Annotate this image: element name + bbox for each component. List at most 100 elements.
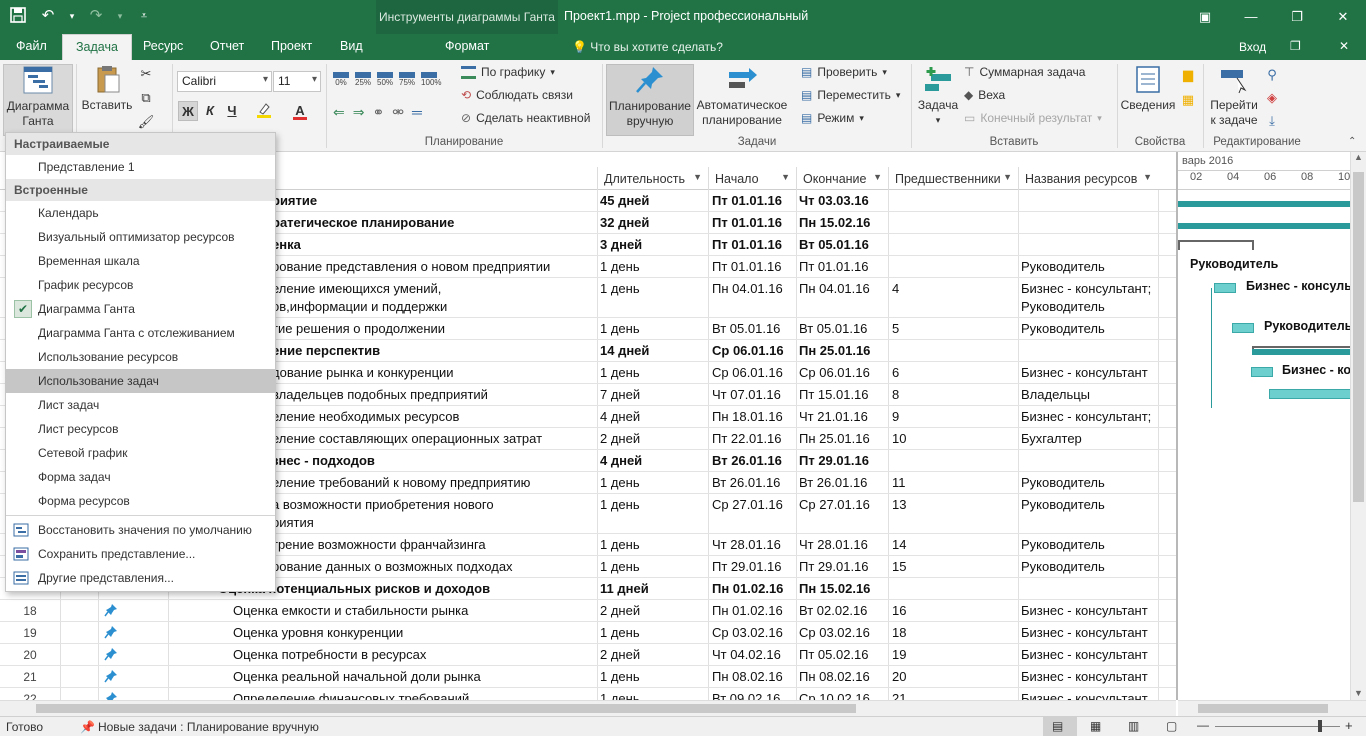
finish-cell[interactable]: Чт 21.01.16 [799,409,868,424]
finish-cell[interactable]: Пн 25.01.16 [799,343,870,358]
bold-button[interactable]: Ж [178,101,198,121]
row-number[interactable]: 22 [0,692,60,700]
report-view-icon[interactable]: ▢ [1166,719,1177,733]
ribbon-display-icon[interactable]: ▣ [1182,0,1228,34]
task-name-cell[interactable]: тие решения о продолжении [272,321,445,336]
resources-cell[interactable]: Бухгалтер [1021,431,1082,446]
finish-cell[interactable]: Пн 15.02.16 [799,581,870,596]
task-name-cell[interactable]: рование данных о возможных подходах [272,559,513,574]
duration-cell[interactable]: 1 день [600,497,640,512]
gantt-summary-bar[interactable] [1178,201,1350,207]
resources-cell[interactable]: Руководитель [1021,559,1105,574]
new-tasks-mode[interactable]: 📌 Новые задачи : Планирование вручную [80,720,319,734]
finish-cell[interactable]: Пт 05.02.16 [799,647,869,662]
duration-cell[interactable]: 1 день [600,321,640,336]
scroll-to-task-button[interactable]: Перейти к задаче [1206,64,1262,128]
menu-item-view[interactable]: ✔ Диаграмма Ганта [6,297,275,321]
duration-cell[interactable]: 11 дней [600,581,649,596]
finish-cell[interactable]: Вт 05.01.16 [799,237,869,252]
collapse-ribbon-icon[interactable]: ⌃ [1348,136,1356,147]
predecessors-cell[interactable]: 18 [892,625,906,640]
duration-cell[interactable]: 4 дней [600,409,640,424]
duration-cell[interactable]: 2 дней [600,647,640,662]
predecessors-cell[interactable]: 21 [892,691,906,700]
task-name-cell[interactable]: знес - подходов [272,453,375,468]
grid-scroll-thumb[interactable] [36,704,856,713]
menu-item-view[interactable]: Визуальный оптимизатор ресурсов [6,225,275,249]
close-button[interactable]: ✕ [1320,0,1366,34]
predecessors-cell[interactable]: 15 [892,559,906,574]
resources-cell[interactable]: Бизнес - консультант; [1021,281,1151,296]
start-cell[interactable]: Чт 04.02.16 [712,647,781,662]
notes-icon[interactable]: ▆ [1178,65,1198,85]
predecessors-cell[interactable]: 13 [892,497,906,512]
outdent-icon[interactable]: ⇐ [333,104,345,121]
column-start[interactable]: Начало ▼ [708,167,796,190]
resources-cell[interactable]: Руководитель [1021,321,1105,336]
start-cell[interactable]: Пт 01.01.16 [712,237,782,252]
scroll-down-icon[interactable]: ▼ [1351,688,1366,698]
vertical-scroll-thumb[interactable] [1353,172,1364,502]
finish-cell[interactable]: Пт 15.01.16 [799,387,869,402]
insert-task-button[interactable]: Задача ▾ [914,64,962,128]
resources-cell[interactable]: Бизнес - консультант [1021,365,1148,380]
predecessors-cell[interactable]: 20 [892,669,906,684]
undo-icon[interactable]: ↶ [38,6,58,26]
gantt-task-bar[interactable] [1251,367,1273,377]
menu-item-view[interactable]: Календарь [6,201,275,225]
indent-icon[interactable]: ⇒ [353,104,365,121]
column-finish[interactable]: Окончание ▼ [796,167,888,190]
respect-links-button[interactable]: ⟲ Соблюдать связи [461,88,573,102]
tab-format[interactable]: Формат [445,39,489,53]
gantt-summary-bar[interactable] [1178,223,1350,229]
start-cell[interactable]: Пн 08.02.16 [712,669,783,684]
finish-cell[interactable]: Пт 01.01.16 [799,259,869,274]
menu-save-view[interactable]: Сохранить представление... [6,542,275,566]
tab-file[interactable]: Файл [16,39,47,53]
manual-schedule-button[interactable]: Планирование вручную [606,64,694,136]
finish-cell[interactable]: Пн 04.01.16 [799,281,870,296]
task-name-cell[interactable]: Оценка уровня конкуренции [233,625,403,640]
information-button[interactable]: Сведения [1120,64,1176,113]
start-cell[interactable]: Пт 01.01.16 [712,259,782,274]
start-cell[interactable]: Ср 06.01.16 [712,365,783,380]
predecessors-cell[interactable]: 11 [892,475,906,490]
pct-75-button[interactable]: 75% [399,72,415,87]
task-name-cell[interactable]: рование представления о новом предприяти… [272,259,550,274]
split-task-icon[interactable]: ═ [412,104,422,121]
task-name-cell[interactable]: еление требований к новому предприятию [272,475,530,490]
column-duration[interactable]: Длительность ▼ [597,167,708,190]
finish-cell[interactable]: Чт 28.01.16 [799,537,868,552]
table-row[interactable]: 19 Оценка уровня конкуренции 1 день Ср 03.0… [0,622,1176,644]
paste-button[interactable]: Вставить [80,64,134,113]
auto-schedule-button[interactable]: Автоматическое планирование [696,64,788,128]
copy-icon[interactable]: ⧉ [136,88,156,108]
task-name-cell[interactable]: а возможности приобретения нового [272,497,494,512]
inactivate-button[interactable]: ⊘ Сделать неактивной [461,111,590,125]
table-row[interactable]: 22 Определение финансовых требований 1 ден… [0,688,1176,700]
finish-cell[interactable]: Пт 29.01.16 [799,559,869,574]
tell-me-box[interactable]: 💡 Что вы хотите сделать? [572,40,723,54]
gantt-task-bar[interactable] [1269,389,1350,399]
finish-cell[interactable]: Ср 27.01.16 [799,497,870,512]
start-cell[interactable]: Вт 26.01.16 [712,475,780,490]
duration-cell[interactable]: 1 день [600,625,640,640]
finish-cell[interactable]: Вт 02.02.16 [799,603,867,618]
underline-button[interactable]: Ч [222,101,242,121]
gantt-task-bar[interactable] [1214,283,1236,293]
redo-dropdown-icon[interactable]: ▾ [116,6,124,26]
task-name-cell[interactable]: еление необходимых ресурсов [272,409,459,424]
start-cell[interactable]: Пн 01.02.16 [712,581,783,596]
font-size-combo[interactable]: 11 [273,71,321,92]
on-track-button[interactable]: По графику ▾ [461,65,555,79]
predecessors-cell[interactable]: 16 [892,603,906,618]
duration-cell[interactable]: 1 день [600,365,640,380]
finish-cell[interactable]: Вт 05.01.16 [799,321,867,336]
finish-cell[interactable]: Вт 26.01.16 [799,475,867,490]
font-color-icon[interactable]: A [290,101,310,121]
format-painter-icon[interactable]: 🖌 [136,112,156,132]
duration-cell[interactable]: 1 день [600,691,640,700]
task-name-cell[interactable]: владельцев подобных предприятий [272,387,488,402]
predecessors-cell[interactable]: 14 [892,537,906,552]
resources-cell[interactable]: Бизнес - консультант [1021,625,1148,640]
